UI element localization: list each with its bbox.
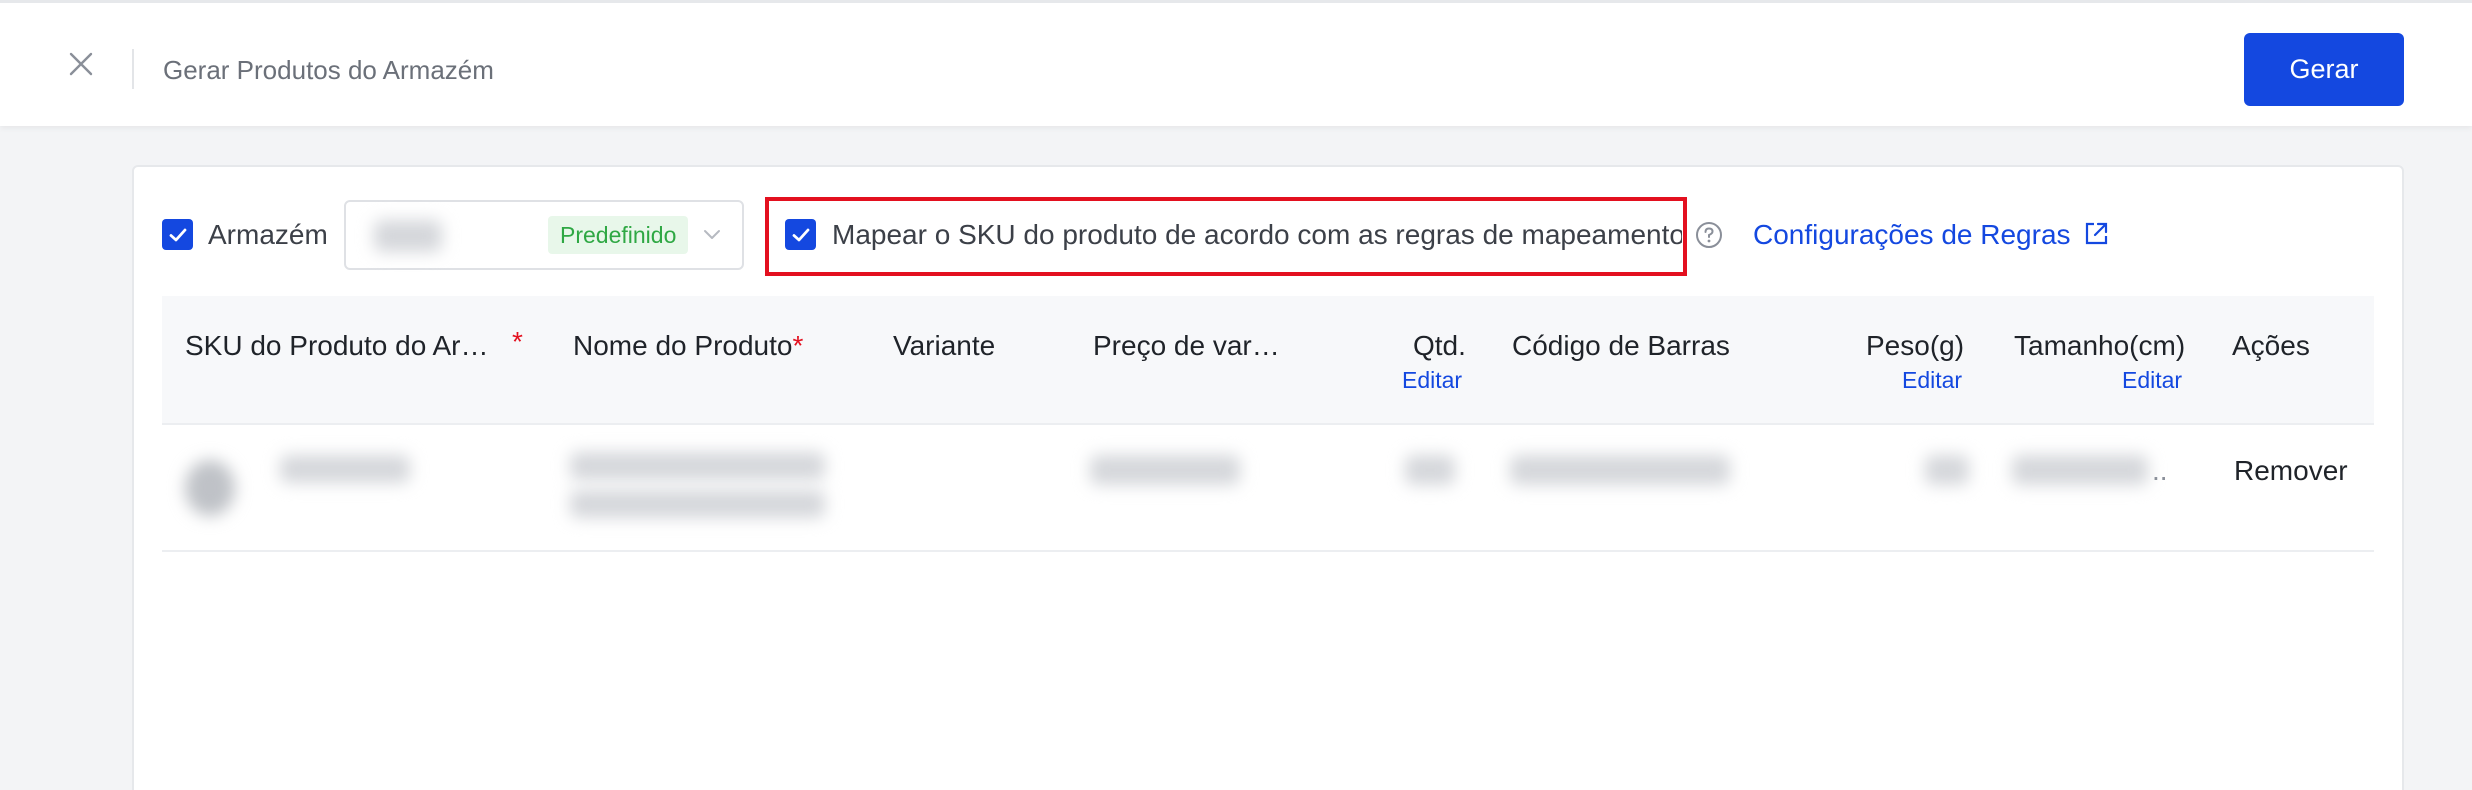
external-link-icon[interactable] [2083,220,2110,247]
price-blurred [1090,455,1240,485]
top-bar: Gerar Produtos do Armazém Gerar [0,0,2472,126]
column-header-sku: SKU do Produto do Ar… [185,330,489,362]
map-sku-label: Mapear o SKU do produto de acordo com as… [832,219,1682,250]
remove-button[interactable]: Remover [2234,455,2348,487]
warehouse-checkbox[interactable] [162,219,193,250]
column-header-variant-price: Preço de var… [1093,330,1280,361]
warehouse-label: Armazém [208,219,328,250]
column-header-actions: Ações [2232,330,2310,361]
warehouse-value-blurred [374,220,442,252]
product-name-blurred [570,452,825,480]
size-edit-link[interactable]: Editar [2122,367,2182,394]
column-header-variant: Variante [893,330,996,361]
chevron-down-icon [704,230,720,239]
required-mark: * [512,326,523,357]
sku-blurred [280,455,410,483]
row-divider [162,550,2374,552]
size-blurred [2012,455,2148,485]
product-image-blurred [185,460,235,516]
required-mark: * [792,330,804,361]
qty-blurred [1405,455,1455,485]
divider [132,49,134,89]
qty-edit-link[interactable]: Editar [1402,367,1462,394]
barcode-blurred [1510,455,1730,485]
column-header-label: SKU do Produto do Ar… [185,330,489,361]
weight-blurred [1925,455,1969,485]
column-header-label: Nome do Produto [573,330,793,361]
column-header-weight: Peso(g) [1866,330,1965,361]
column-header-size: Tamanho(cm) [2014,330,2186,361]
weight-edit-link[interactable]: Editar [1902,367,1962,394]
generate-button[interactable]: Gerar [2244,33,2404,106]
close-icon-svg [69,52,93,76]
size-ellipsis: .. [2152,455,2168,486]
column-header-qty: Qtd. [1413,330,1466,361]
check-icon [792,228,809,241]
default-tag: Predefinido [548,216,689,254]
close-icon[interactable] [64,47,98,81]
column-header-barcode: Código de Barras [1512,330,1730,361]
row-divider [162,423,2374,425]
map-sku-checkbox[interactable] [785,219,816,250]
product-name-blurred-2 [570,490,825,518]
page-title: Gerar Produtos do Armazém [163,55,494,85]
rules-settings-link[interactable]: Configurações de Regras [1753,219,2071,251]
column-header-product-name: Nome do Produto* [573,330,803,362]
help-circle-icon[interactable] [1694,220,1724,250]
check-icon [169,228,186,241]
